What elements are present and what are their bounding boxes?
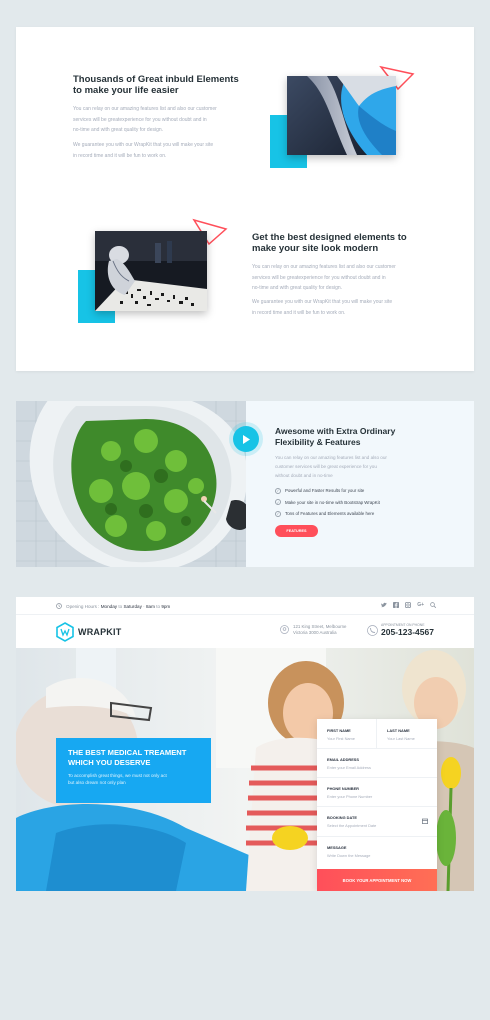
social-links: G+ xyxy=(381,602,437,610)
list-item: ✓ Tons of Features and Elements available… xyxy=(275,510,375,517)
check-icon: ✓ xyxy=(275,499,281,506)
feature1-paragraph-2: We guarantee you with our WrapKit that y… xyxy=(73,142,214,159)
hero-subtitle: To accomplish great things, we must not … xyxy=(68,773,167,785)
feature1-title: Thousands of Great inbuld Elements to ma… xyxy=(73,74,239,96)
hero-banner: THE BEST MEDICAL TREAMENT WHICH YOU DESE… xyxy=(16,648,474,891)
email-field[interactable]: EMAIL ADDRESS Enter your Email Address xyxy=(317,749,437,778)
appointment-phone: APPOINTMENT ON PHONE 205-123-4567 xyxy=(367,623,434,637)
message-field[interactable]: MESSAGE Write Down the Message xyxy=(317,837,437,869)
wrapkit-logo-icon xyxy=(56,622,74,642)
artist-photo xyxy=(95,231,207,311)
opening-hours: Opening Hours : Monday to Saturday · 8am… xyxy=(56,603,170,609)
wrapkit-medical-section: Opening Hours : Monday to Saturday · 8am… xyxy=(16,597,474,891)
hero-title: THE BEST MEDICAL TREAMENT WHICH YOU DESE… xyxy=(68,748,187,767)
feature3-paragraph: You can relay on our amazing features li… xyxy=(275,455,387,478)
last-name-field[interactable]: LAST NAME Your Last Name xyxy=(377,719,437,749)
facebook-icon[interactable] xyxy=(393,602,400,610)
instagram-icon[interactable] xyxy=(405,602,412,610)
hero-callout: THE BEST MEDICAL TREAMENT WHICH YOU DESE… xyxy=(56,738,211,803)
architecture-photo xyxy=(287,76,396,155)
clock-icon xyxy=(56,603,62,609)
aerial-garden-image xyxy=(16,401,246,567)
check-icon: ✓ xyxy=(275,510,281,517)
video-feature-section: Awesome with Extra Ordinary Flexibility … xyxy=(16,401,474,567)
features-section: Thousands of Great inbuld Elements to ma… xyxy=(16,27,474,371)
feature2-title: Get the best designed elements to make y… xyxy=(252,232,407,254)
top-bar: Opening Hours : Monday to Saturday · 8am… xyxy=(16,597,474,615)
first-name-field[interactable]: FIRST NAME Your First Name xyxy=(317,719,377,749)
check-icon: ✓ xyxy=(275,487,281,494)
feature3-list: ✓ Powerful and Faster Results for your si… xyxy=(275,485,380,520)
feature2-paragraph-2: We guarantee you with our WrapKit that y… xyxy=(252,299,393,316)
search-icon[interactable] xyxy=(430,602,437,610)
list-item: ✓ Powerful and Faster Results for your si… xyxy=(275,487,365,494)
address: 121 King Street, Melbourne Victoria 3000… xyxy=(280,624,346,636)
logo[interactable]: WRAPKIT xyxy=(56,622,121,642)
list-item: ✓ Make your site in no-time with Bootstra… xyxy=(275,499,380,506)
feature1-paragraph: You can relay on our amazing features li… xyxy=(73,106,217,133)
feature2-paragraph: You can relay on our amazing features li… xyxy=(252,264,396,291)
appointment-form: FIRST NAME Your First Name LAST NAME You… xyxy=(317,719,437,891)
map-pin-icon xyxy=(280,625,289,634)
phone-field[interactable]: PHONE NUMBER Enter your Phone Number xyxy=(317,778,437,807)
feature3-title: Awesome with Extra Ordinary Flexibility … xyxy=(275,426,396,447)
phone-icon xyxy=(367,624,378,636)
book-appointment-button[interactable]: BOOK YOUR APPOINTMENT NOW xyxy=(317,869,437,891)
features-button[interactable]: FEATURES xyxy=(275,525,318,537)
phone-number[interactable]: 205-123-4567 xyxy=(381,627,434,637)
calendar-icon[interactable] xyxy=(422,818,428,824)
play-button[interactable] xyxy=(233,426,259,452)
play-icon xyxy=(243,434,250,444)
twitter-icon[interactable] xyxy=(381,602,388,610)
site-header: WRAPKIT 121 King Street, Melbourne Victo… xyxy=(16,615,474,648)
google-plus-icon[interactable]: G+ xyxy=(417,602,424,610)
booking-date-field[interactable]: BOOKING DATE Select the Appointment Date xyxy=(317,807,437,837)
